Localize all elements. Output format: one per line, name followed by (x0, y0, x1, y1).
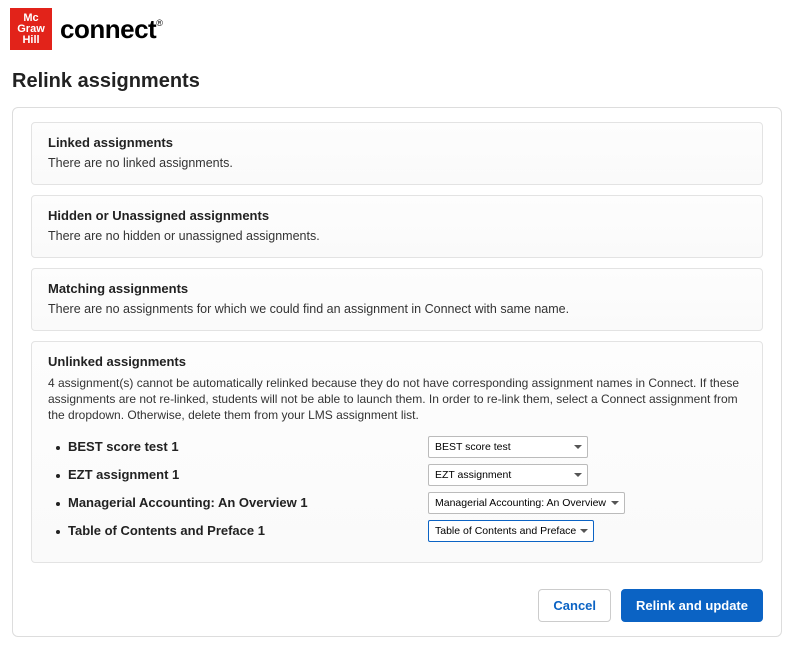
assignment-select-best-score[interactable]: BEST score test (428, 436, 588, 458)
mcgraw-hill-logo: Mc Graw Hill (10, 8, 52, 50)
connect-logo: connect® (60, 14, 162, 45)
assignment-label: EZT assignment 1 (48, 467, 428, 482)
unlinked-header: Unlinked assignments (48, 354, 746, 369)
unlinked-help: 4 assignment(s) cannot be automatically … (48, 375, 746, 424)
connect-text: connect (60, 14, 156, 44)
bullet-icon (56, 446, 60, 450)
logo-line-3: Hill (22, 35, 39, 46)
assignment-select-managerial[interactable]: Managerial Accounting: An Overview (428, 492, 625, 514)
assignment-row: Managerial Accounting: An Overview 1 Man… (48, 492, 746, 514)
matching-header: Matching assignments (48, 281, 746, 296)
matching-body: There are no assignments for which we co… (48, 302, 746, 316)
bullet-icon (56, 474, 60, 478)
linked-assignments-section: Linked assignments There are no linked a… (31, 122, 763, 185)
logo-line-2: Graw (17, 24, 45, 35)
action-footer: Cancel Relink and update (31, 573, 763, 622)
assignment-row: EZT assignment 1 EZT assignment (48, 464, 746, 486)
hidden-assignments-section: Hidden or Unassigned assignments There a… (31, 195, 763, 258)
hidden-header: Hidden or Unassigned assignments (48, 208, 746, 223)
relink-and-update-button[interactable]: Relink and update (621, 589, 763, 622)
assignment-row: BEST score test 1 BEST score test (48, 436, 746, 458)
unlinked-assignments-section: Unlinked assignments 4 assignment(s) can… (31, 341, 763, 563)
main-content: Linked assignments There are no linked a… (0, 107, 794, 651)
assignment-label: Table of Contents and Preface 1 (48, 523, 428, 538)
app-header: Mc Graw Hill connect® (0, 0, 794, 54)
bullet-icon (56, 530, 60, 534)
hidden-body: There are no hidden or unassigned assign… (48, 229, 746, 243)
cancel-button[interactable]: Cancel (538, 589, 611, 622)
assignment-label: BEST score test 1 (48, 439, 428, 454)
linked-header: Linked assignments (48, 135, 746, 150)
registered-icon: ® (156, 18, 162, 28)
assignment-select-ezt[interactable]: EZT assignment (428, 464, 588, 486)
assignment-select-toc-preface[interactable]: Table of Contents and Preface (428, 520, 594, 542)
assignment-row: Table of Contents and Preface 1 Table of… (48, 520, 746, 542)
logo-line-1: Mc (23, 13, 38, 24)
page-title: Relink assignments (0, 54, 794, 107)
linked-body: There are no linked assignments. (48, 156, 746, 170)
bullet-icon (56, 502, 60, 506)
relink-panel: Linked assignments There are no linked a… (12, 107, 782, 637)
assignment-label: Managerial Accounting: An Overview 1 (48, 495, 428, 510)
matching-assignments-section: Matching assignments There are no assign… (31, 268, 763, 331)
